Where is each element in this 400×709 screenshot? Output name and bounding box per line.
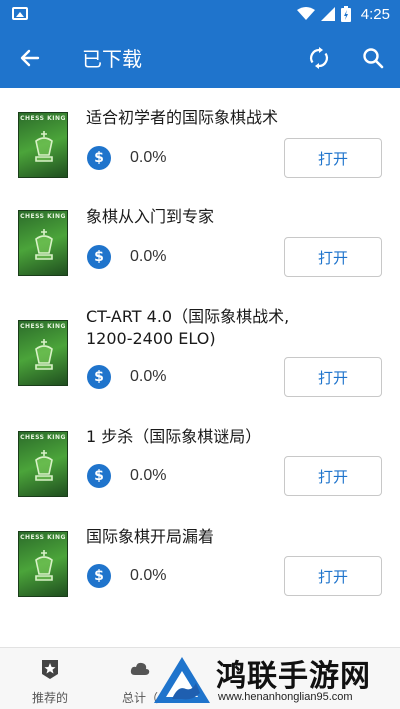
search-icon (363, 48, 384, 69)
arrow-left-icon (20, 49, 40, 67)
nav-label: 推荐的 (31, 691, 68, 705)
item-title: 象棋从入门到专家 (86, 207, 215, 226)
dollar-icon: $ (87, 464, 111, 488)
item-progress: 0.0% (130, 368, 167, 385)
battery-charging-icon (340, 6, 351, 22)
dollar-icon: $ (87, 365, 111, 389)
status-bar: 4:25 (0, 0, 400, 28)
list-item: CHESS KING 国际象棋开局漏着 $ 0.0% 打开 (0, 508, 400, 608)
chess-king-icon (35, 131, 53, 162)
chess-king-icon (35, 229, 53, 260)
sync-icon (310, 47, 328, 69)
open-button[interactable]: 打开 (284, 456, 382, 496)
open-button[interactable]: 打开 (284, 138, 382, 178)
signal-icon (320, 7, 335, 21)
wifi-icon (296, 7, 315, 20)
image-icon (12, 7, 28, 20)
item-title-line-1: CT-ART 4.0（国际象棋战术, (86, 307, 290, 326)
list-item: CHESS KING 适合初学者的国际象棋战术 $ 0.0% 打开 (0, 88, 400, 188)
book-cover[interactable]: CHESS KING (18, 112, 68, 178)
item-title: 适合初学者的国际象棋战术 (86, 108, 279, 127)
item-progress: 0.0% (130, 248, 167, 265)
book-cover[interactable]: CHESS KING (18, 531, 68, 597)
watermark-url: www.henanhonglian95.com (218, 691, 353, 703)
sync-button[interactable] (303, 42, 335, 74)
cloud-icon (130, 662, 150, 675)
star-badge-icon (42, 660, 58, 679)
book-cover[interactable]: CHESS KING (18, 320, 68, 386)
dollar-icon: $ (87, 564, 111, 588)
item-title: 1 步杀（国际象棋谜局） (86, 427, 262, 446)
item-progress: 0.0% (130, 149, 167, 166)
open-button[interactable]: 打开 (284, 357, 382, 397)
app-bar: 已下载 (0, 28, 400, 88)
item-title: 国际象棋开局漏着 (86, 527, 215, 546)
item-title-line-2: 1200-2400 ELO) (86, 329, 216, 348)
book-cover[interactable]: CHESS KING (18, 431, 68, 497)
watermark: 鸿联手游网 www.henanhonglian95.com (152, 651, 400, 709)
list-item: CHESS KING CT-ART 4.0（国际象棋战术, 1200-2400 … (0, 288, 400, 408)
chess-king-icon (35, 450, 53, 481)
dollar-icon: $ (87, 146, 111, 170)
status-icons: 4:25 (296, 4, 390, 24)
list-item: CHESS KING 象棋从入门到专家 $ 0.0% 打开 (0, 188, 400, 288)
open-button[interactable]: 打开 (284, 237, 382, 277)
nav-item-recommended[interactable]: 推荐的 (10, 658, 90, 706)
dollar-icon: $ (87, 245, 111, 269)
book-cover[interactable]: CHESS KING (18, 210, 68, 276)
list-item: CHESS KING 1 步杀（国际象棋谜局） $ 0.0% 打开 (0, 408, 400, 508)
item-progress: 0.0% (130, 467, 167, 484)
chess-king-icon (35, 550, 53, 581)
watermark-logo (154, 657, 210, 703)
item-progress: 0.0% (130, 567, 167, 584)
search-button[interactable] (357, 42, 389, 74)
chess-king-icon (35, 339, 53, 370)
clock: 4:25 (360, 5, 390, 23)
watermark-text: 鸿联手游网 (216, 659, 371, 694)
open-button[interactable]: 打开 (284, 556, 382, 596)
back-button[interactable] (14, 42, 46, 74)
page-title: 已下载 (82, 47, 142, 71)
